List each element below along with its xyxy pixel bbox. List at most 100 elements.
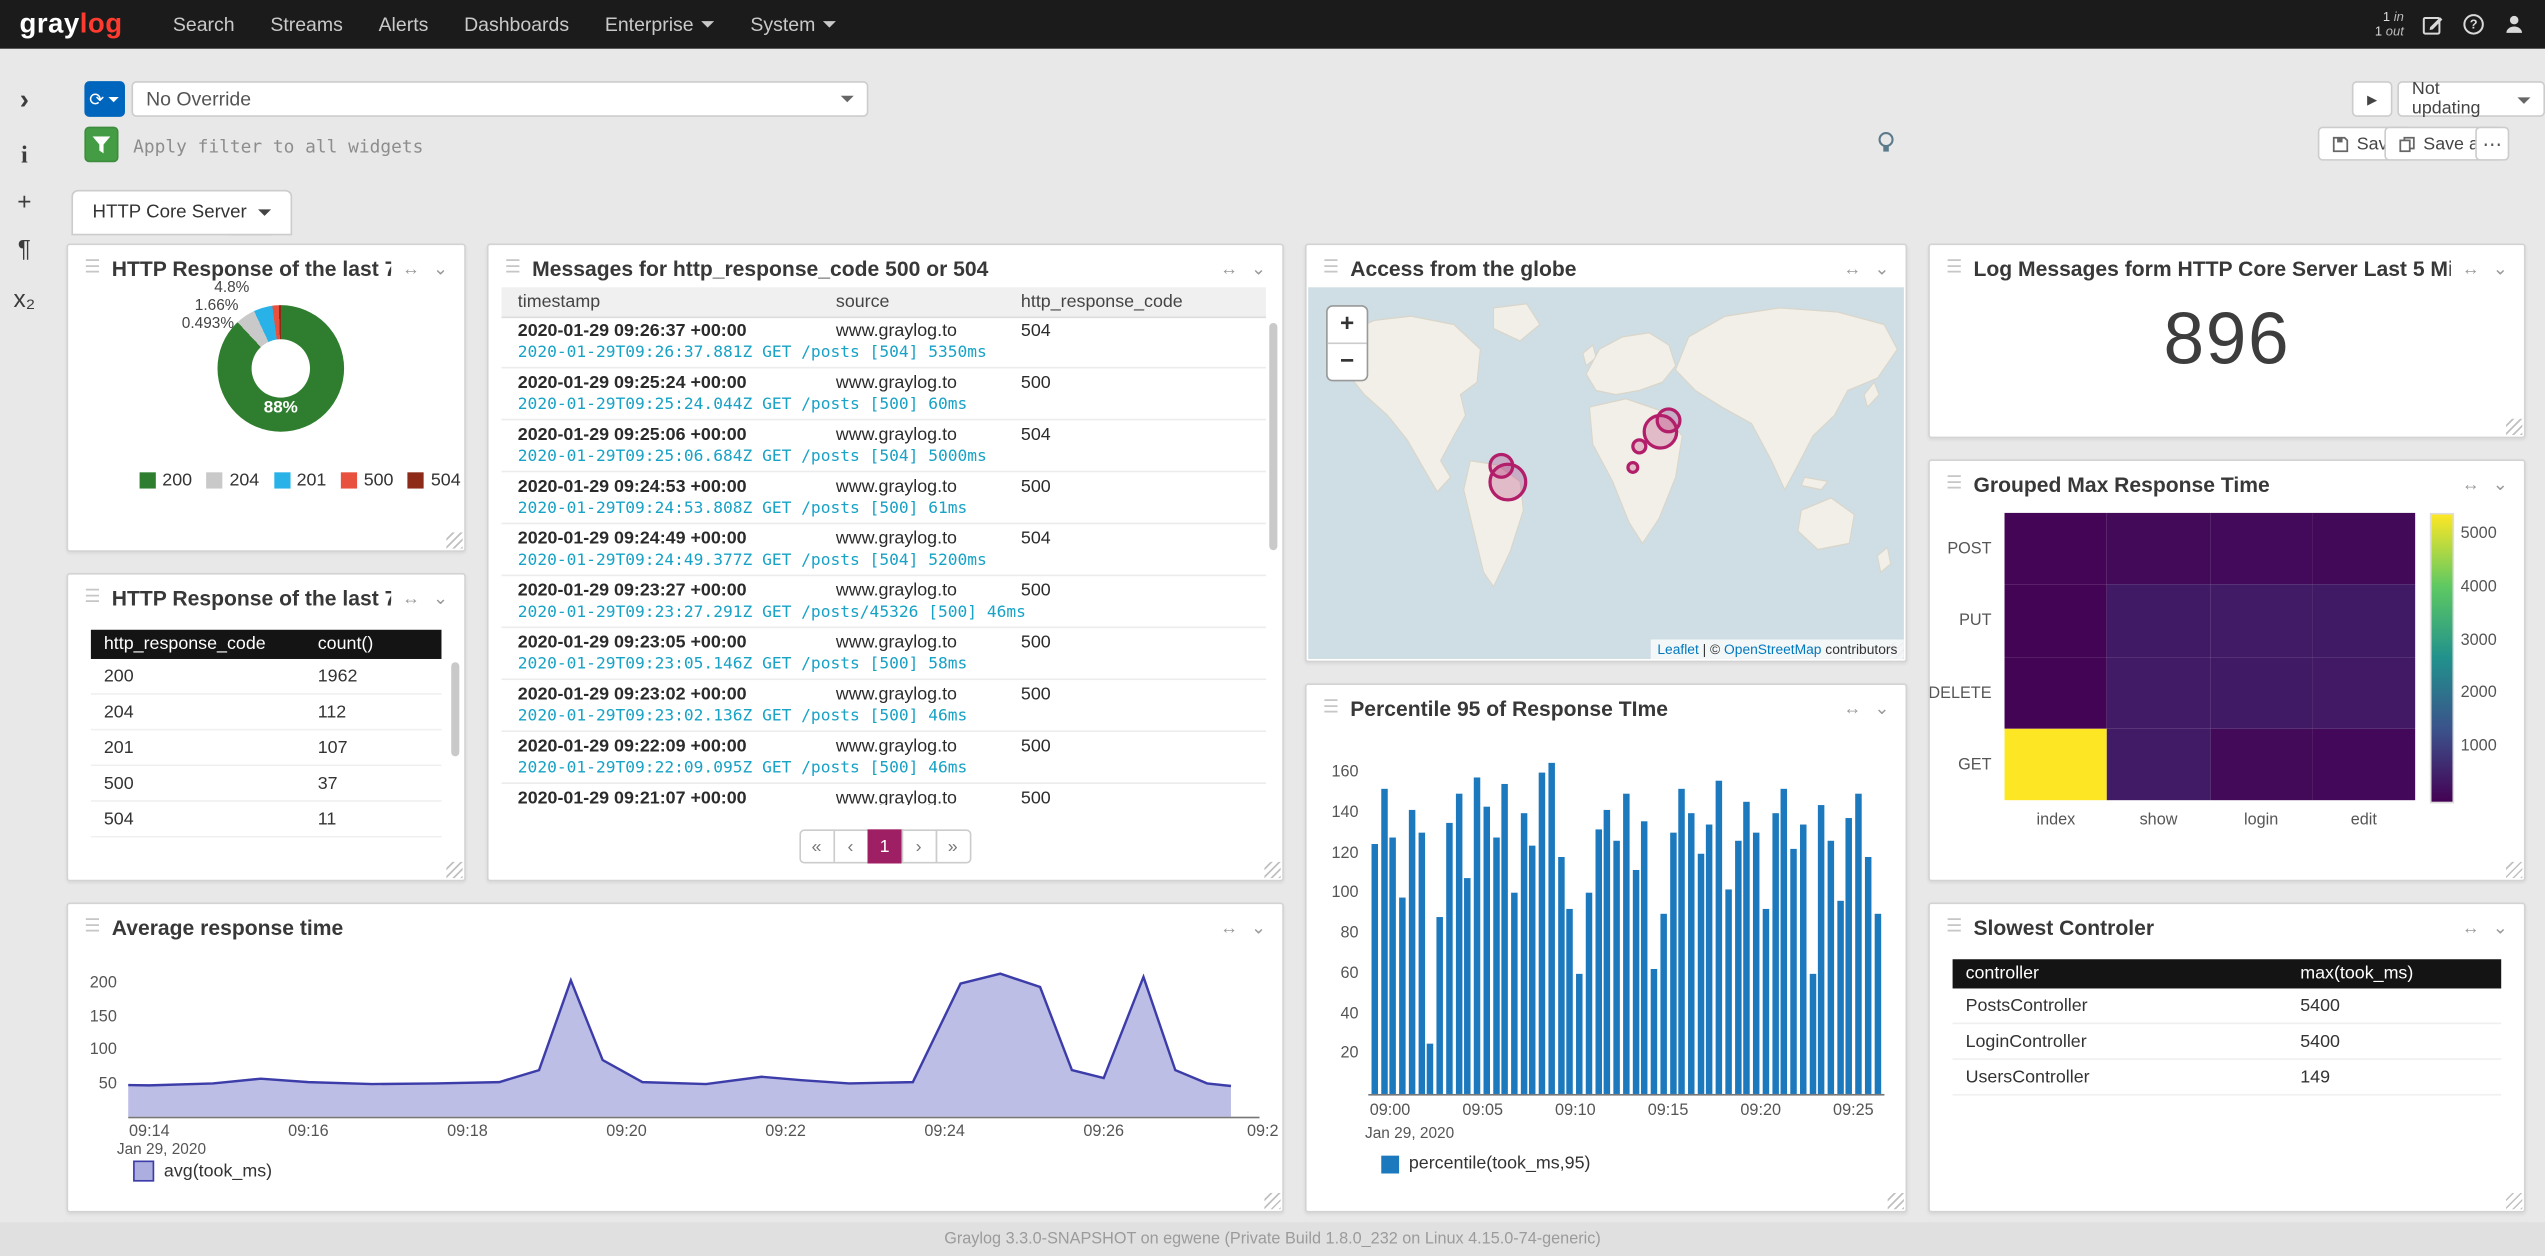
chevron-down-icon[interactable]: ⌄ — [2493, 919, 2508, 935]
bar — [1595, 829, 1601, 1094]
chevron-down-icon[interactable]: ⌄ — [2493, 261, 2508, 277]
subscript-icon[interactable]: x₂ — [0, 286, 49, 314]
resize-grip[interactable] — [2506, 862, 2522, 878]
play-button[interactable]: ▶ — [2352, 81, 2393, 117]
drag-handle-icon[interactable]: ☰ — [84, 260, 100, 278]
widget-move-icon[interactable]: ↔ — [1843, 261, 1861, 277]
resize-grip[interactable] — [446, 532, 462, 548]
nav-item-streams[interactable]: Streams — [252, 0, 360, 49]
x-tick-label: 09:00 — [1370, 1102, 1411, 1120]
chevron-down-icon[interactable]: ⌄ — [433, 590, 448, 606]
widget-move-icon[interactable]: ↔ — [1220, 261, 1238, 277]
message-row[interactable]: 2020-01-29 09:24:49 +00:00www.graylog.to… — [502, 524, 1266, 576]
timerange-select[interactable]: No Override — [131, 81, 868, 117]
bar — [1697, 853, 1703, 1094]
graylog-logo[interactable]: graylog — [19, 8, 122, 40]
pagination-button[interactable]: « — [799, 829, 835, 863]
drag-handle-icon[interactable]: ☰ — [84, 589, 100, 607]
message-row[interactable]: 2020-01-29 09:25:06 +00:00www.graylog.to… — [502, 420, 1266, 472]
legend-swatch — [341, 472, 357, 488]
info-icon[interactable]: i — [0, 143, 49, 171]
more-actions-button[interactable]: ⋯ — [2475, 127, 2509, 161]
table-cell: PostsController — [1953, 988, 2288, 1022]
filter-input[interactable] — [130, 127, 1854, 166]
chevron-down-icon[interactable]: ⌄ — [2493, 476, 2508, 492]
pagination-button[interactable]: » — [935, 829, 971, 863]
zoom-out-button[interactable]: − — [1328, 344, 1367, 380]
zoom-in-button[interactable]: + — [1328, 307, 1367, 344]
pagination-button[interactable]: › — [901, 829, 937, 863]
message-row[interactable]: 2020-01-29 09:26:37 +00:00www.graylog.to… — [502, 317, 1266, 369]
message-row[interactable]: 2020-01-29 09:22:09 +00:00www.graylog.to… — [502, 732, 1266, 784]
map-canvas[interactable]: + − Leaflet | © OpenStreetMap contributo… — [1308, 287, 1904, 659]
osm-link[interactable]: OpenStreetMap — [1724, 641, 1821, 657]
nav-item-enterprise[interactable]: Enterprise — [587, 0, 733, 49]
chevron-down-icon[interactable]: ⌄ — [1874, 700, 1889, 716]
widget-title: Average response time — [112, 915, 1209, 939]
nav-item-system[interactable]: System — [733, 0, 855, 49]
heatmap-cell — [2107, 585, 2210, 657]
floppy-icon — [2332, 136, 2348, 152]
map-marker[interactable] — [1626, 461, 1639, 474]
message-row[interactable]: 2020-01-29 09:23:02 +00:00www.graylog.to… — [502, 680, 1266, 732]
throughput-indicator[interactable]: 1 in 1 out — [2375, 10, 2404, 39]
resize-grip[interactable] — [2506, 1193, 2522, 1209]
scrollbar-thumb[interactable] — [451, 662, 459, 756]
pagination-button[interactable]: ‹ — [833, 829, 869, 863]
resize-grip[interactable] — [446, 862, 462, 878]
widget-move-icon[interactable]: ↔ — [402, 590, 420, 606]
widget-move-icon[interactable]: ↔ — [1843, 700, 1861, 716]
resize-grip[interactable] — [2506, 419, 2522, 435]
message-row[interactable]: 2020-01-29 09:24:53 +00:00www.graylog.to… — [502, 472, 1266, 524]
scrollbar-thumb[interactable] — [1269, 323, 1277, 550]
chevron-down-icon — [109, 97, 119, 107]
drag-handle-icon[interactable]: ☰ — [84, 919, 100, 937]
bar — [1725, 889, 1731, 1094]
edit-icon[interactable] — [2422, 13, 2445, 36]
message-row[interactable]: 2020-01-29 09:23:05 +00:00www.graylog.to… — [502, 628, 1266, 680]
resize-grip[interactable] — [1264, 1193, 1280, 1209]
message-timestamp: 2020-01-29 09:25:06 +00:00 — [502, 425, 820, 444]
message-row[interactable]: 2020-01-29 09:25:24 +00:00www.graylog.to… — [502, 368, 1266, 420]
expand-sidebar-icon[interactable]: › — [0, 84, 49, 116]
bar — [1623, 793, 1629, 1094]
axis-date-label: Jan 29, 2020 — [117, 1141, 206, 1159]
nav-item-search[interactable]: Search — [155, 0, 252, 49]
drag-handle-icon[interactable]: ☰ — [1946, 919, 1962, 937]
timerange-refresh-button[interactable]: ⟳ — [84, 81, 125, 117]
drag-handle-icon[interactable]: ☰ — [1323, 260, 1339, 278]
tab-http-core-server[interactable]: HTTP Core Server — [71, 190, 292, 235]
nav-item-alerts[interactable]: Alerts — [361, 0, 447, 49]
pilcrow-icon[interactable]: ¶ — [0, 235, 49, 263]
donut-legend: 200204201500504 — [140, 471, 465, 490]
chevron-down-icon[interactable]: ⌄ — [1874, 261, 1889, 277]
widget-move-icon[interactable]: ↔ — [1220, 919, 1238, 935]
drag-handle-icon[interactable]: ☰ — [505, 260, 521, 278]
leaflet-link[interactable]: Leaflet — [1657, 641, 1698, 657]
drag-handle-icon[interactable]: ☰ — [1946, 260, 1962, 278]
nav-item-dashboards[interactable]: Dashboards — [446, 0, 587, 49]
add-widget-icon[interactable]: + — [0, 188, 49, 216]
chevron-down-icon[interactable]: ⌄ — [1251, 919, 1266, 935]
pagination-page-current[interactable]: 1 — [867, 829, 903, 863]
legend-swatch — [140, 472, 156, 488]
widget-move-icon[interactable]: ↔ — [2462, 476, 2480, 492]
map-marker[interactable] — [1488, 463, 1527, 502]
resize-grip[interactable] — [1888, 1193, 1904, 1209]
help-icon[interactable]: ? — [2462, 13, 2485, 36]
filter-button[interactable] — [84, 127, 118, 163]
widget-move-icon[interactable]: ↔ — [402, 261, 420, 277]
widget-move-icon[interactable]: ↔ — [2462, 919, 2480, 935]
message-row[interactable]: 2020-01-29 09:21:07 +00:00www.graylog.to… — [502, 784, 1266, 805]
lightbulb-icon[interactable] — [1876, 131, 1895, 163]
resize-grip[interactable] — [1264, 862, 1280, 878]
user-icon[interactable] — [2503, 13, 2526, 36]
drag-handle-icon[interactable]: ☰ — [1323, 700, 1339, 718]
chevron-down-icon[interactable]: ⌄ — [433, 261, 448, 277]
refresh-interval-dropdown[interactable]: Not updating — [2397, 81, 2545, 117]
message-row[interactable]: 2020-01-29 09:23:27 +00:00www.graylog.to… — [502, 576, 1266, 628]
widget-move-icon[interactable]: ↔ — [2462, 261, 2480, 277]
drag-handle-icon[interactable]: ☰ — [1946, 476, 1962, 494]
chevron-down-icon[interactable]: ⌄ — [1251, 261, 1266, 277]
avg-area-chart — [128, 966, 1259, 1117]
